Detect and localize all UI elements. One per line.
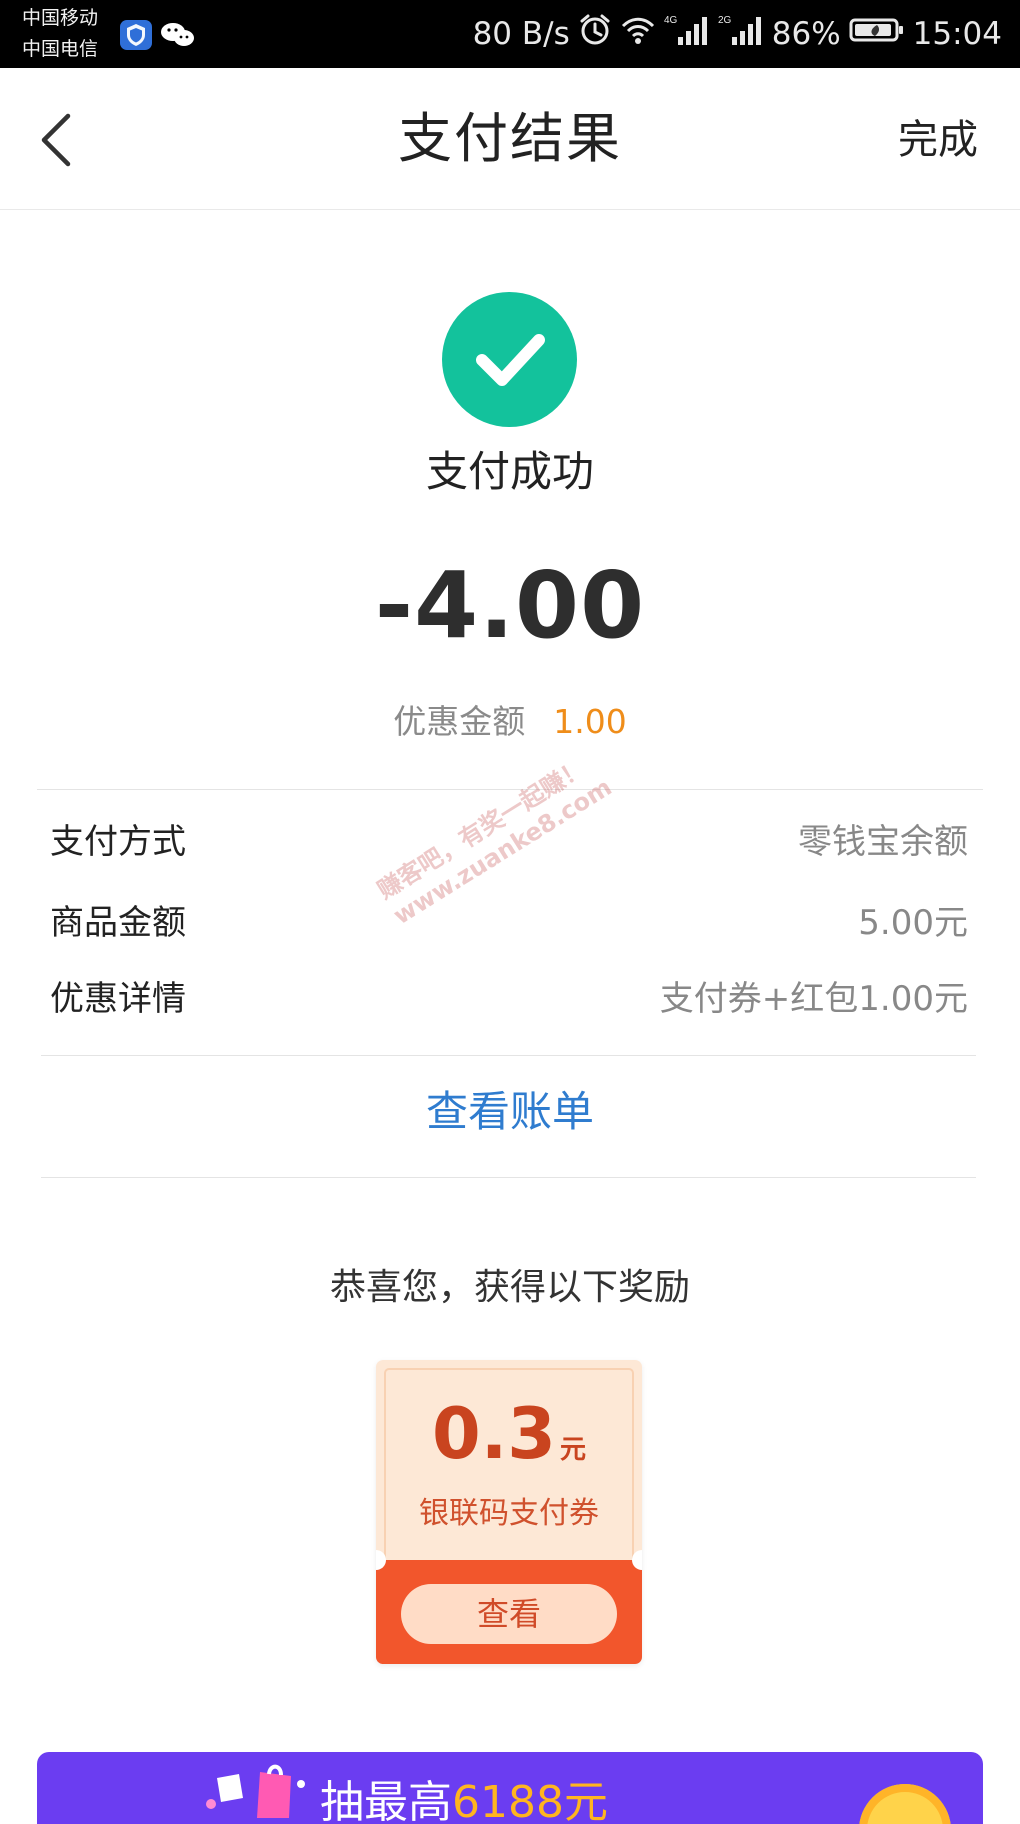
payment-amount: -4.00 [374, 552, 646, 659]
coupon-view-button[interactable]: 查看 [401, 1584, 617, 1644]
status-indicators: 80 B/s 4G 2G 86% 15:04 [473, 14, 1002, 54]
signal-2g-icon: 2G [718, 13, 764, 55]
done-button[interactable]: 完成 [898, 116, 978, 164]
coin-icon [859, 1784, 951, 1824]
view-bill-divider [41, 1177, 976, 1178]
navigation-header: 支付结果 完成 [0, 68, 1020, 210]
reward-coupon-card: 0.3 元 银联码支付券 查看 [376, 1360, 642, 1664]
payment-method-label: 支付方式 [50, 822, 186, 862]
wifi-icon [620, 14, 656, 54]
view-bill-link[interactable]: 查看账单 [0, 1084, 1020, 1140]
payment-method-value: 零钱宝余额 [798, 822, 968, 862]
signal-4g-label: 4G [664, 15, 678, 26]
promo-amount: 6188元 [452, 1777, 608, 1824]
signal-2g-label: 2G [718, 15, 732, 26]
wechat-icon [160, 20, 196, 50]
discount-detail-label: 优惠详情 [50, 979, 186, 1019]
battery-percent: 86% [771, 16, 841, 52]
check-circle-icon [442, 292, 577, 427]
discount-value: 1.00 [553, 702, 627, 741]
details-bottom-divider [41, 1055, 976, 1056]
product-amount-label: 商品金额 [50, 903, 186, 943]
product-amount-value: 5.00元 [858, 903, 968, 943]
security-shield-icon [120, 20, 152, 50]
clock-time: 15:04 [912, 16, 1002, 52]
carrier-name-2: 中国电信 [22, 38, 99, 60]
carrier-name-1: 中国移动 [22, 7, 99, 29]
detail-row-product-amount: 商品金额 5.00元 [50, 899, 968, 947]
shopping-bag-icon [206, 1764, 305, 1818]
detail-row-discount-info: 优惠详情 支付券+红包1.00元 [50, 975, 968, 1023]
page-title: 支付结果 [398, 107, 622, 170]
promo-prefix: 抽最高 [320, 1777, 452, 1824]
details-top-divider [37, 789, 983, 790]
network-speed: 80 B/s [472, 16, 570, 52]
signal-4g-icon: 4G [664, 13, 710, 55]
reward-title: 恭喜您，获得以下奖励 [329, 1267, 690, 1308]
payment-status-text: 支付成功 [425, 447, 594, 496]
discount-label: 优惠金额 [393, 702, 526, 741]
alarm-icon [578, 13, 612, 55]
promo-text: 抽最高6188元 [320, 1778, 608, 1824]
coupon-unit: 元 [560, 1435, 587, 1465]
status-bar: 中国移动 中国电信 80 B/s 4G 2G 86% 15:04 [0, 0, 1020, 68]
coupon-name: 银联码支付券 [419, 1496, 599, 1531]
promo-banner[interactable]: 抽最高6188元 [37, 1752, 983, 1824]
discount-summary: 优惠金额 1.00 [0, 700, 1020, 744]
discount-detail-value: 支付券+红包1.00元 [659, 979, 968, 1019]
detail-row-payment-method: 支付方式 零钱宝余额 [50, 818, 968, 866]
battery-icon [849, 16, 905, 52]
coupon-value: 0.3 [431, 1393, 556, 1475]
coupon-amount: 0.3 元 [376, 1394, 642, 1474]
